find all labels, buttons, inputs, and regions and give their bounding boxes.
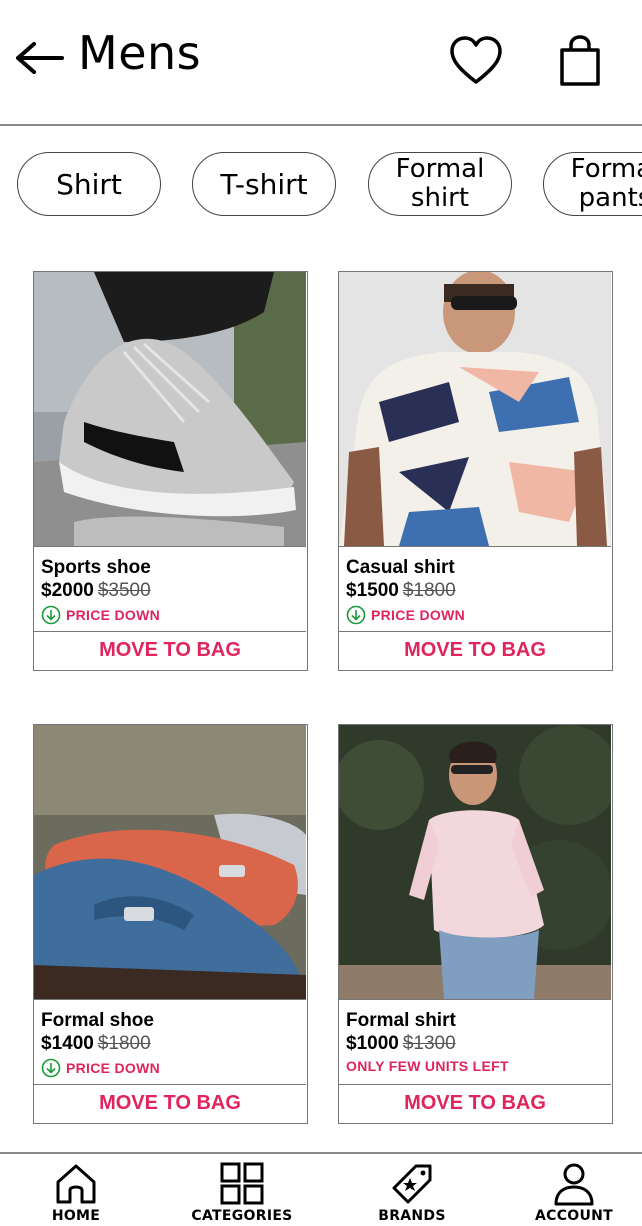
- grid-icon: [220, 1162, 264, 1205]
- arrow-down-circle-icon: [41, 605, 61, 625]
- nav-label: CATEGORIES: [191, 1208, 293, 1224]
- filter-chip-row: Shirt T-shirt Formal shirt Formal pants: [0, 152, 642, 218]
- app-header: Mens: [0, 0, 642, 126]
- product-image[interactable]: [339, 272, 611, 546]
- move-to-bag-button[interactable]: MOVE TO BAG: [34, 1084, 306, 1122]
- move-to-bag-button[interactable]: MOVE TO BAG: [339, 631, 611, 669]
- tag-label: PRICE DOWN: [371, 607, 465, 623]
- original-price: $3500: [97, 580, 151, 601]
- arrow-down-circle-icon: [41, 1058, 61, 1078]
- filter-chip-shirt[interactable]: Shirt: [17, 152, 161, 216]
- original-price: $1800: [97, 1033, 151, 1054]
- product-image[interactable]: [34, 725, 306, 999]
- shopping-bag-icon: [560, 35, 600, 86]
- heart-icon: [450, 36, 502, 84]
- original-price: $1300: [402, 1033, 456, 1054]
- product-name: Formal shoe: [41, 1010, 154, 1031]
- nav-label: ACCOUNT: [534, 1208, 614, 1224]
- product-card[interactable]: Formal shoe $1400 $1800 PRICE DOWN MOVE T…: [33, 724, 308, 1124]
- nav-home[interactable]: HOME: [40, 1154, 112, 1226]
- current-price: $2000: [41, 580, 94, 601]
- page-title: Mens: [78, 26, 202, 80]
- original-price: $1800: [402, 580, 456, 601]
- nav-label: BRANDS: [378, 1208, 446, 1224]
- price-row: $1500 $1800: [346, 580, 611, 602]
- product-image[interactable]: [339, 725, 611, 999]
- move-to-bag-button[interactable]: MOVE TO BAG: [34, 631, 306, 669]
- filter-chip-formal-pants[interactable]: Formal pants: [543, 152, 642, 216]
- nav-label: HOME: [51, 1208, 101, 1224]
- product-info: Formal shirt $1000 $1300 ONLY FEW UNITS L…: [339, 999, 611, 1084]
- price-row: $2000 $3500: [41, 580, 306, 602]
- home-icon: [56, 1164, 96, 1204]
- product-card[interactable]: Casual shirt $1500 $1800 PRICE DOWN MOVE …: [338, 271, 613, 671]
- price-row: $1400 $1800: [41, 1033, 306, 1055]
- nav-brands[interactable]: BRANDS: [366, 1154, 458, 1226]
- product-info: Formal shoe $1400 $1800 PRICE DOWN: [34, 999, 306, 1084]
- price-down-tag: PRICE DOWN: [41, 605, 306, 625]
- current-price: $1500: [346, 580, 399, 601]
- bag-button[interactable]: [556, 34, 604, 88]
- product-info: Casual shirt $1500 $1800 PRICE DOWN: [339, 546, 611, 631]
- product-card[interactable]: Formal shirt $1000 $1300 ONLY FEW UNITS L…: [338, 724, 613, 1124]
- nav-account[interactable]: ACCOUNT: [526, 1154, 622, 1226]
- product-info: Sports shoe $2000 $3500 PRICE DOWN: [34, 546, 306, 631]
- arrow-left-icon: [16, 42, 64, 74]
- current-price: $1000: [346, 1033, 399, 1054]
- filter-chip-tshirt[interactable]: T-shirt: [192, 152, 336, 216]
- brand-tag-icon: [392, 1164, 432, 1204]
- price-row: $1000 $1300: [346, 1033, 611, 1055]
- current-price: $1400: [41, 1033, 94, 1054]
- tag-label: ONLY FEW UNITS LEFT: [346, 1058, 509, 1074]
- product-name: Sports shoe: [41, 557, 151, 578]
- product-name: Formal shirt: [346, 1010, 456, 1031]
- tag-label: PRICE DOWN: [66, 1060, 160, 1076]
- price-down-tag: PRICE DOWN: [346, 605, 611, 625]
- wishlist-button[interactable]: [448, 34, 504, 88]
- arrow-down-circle-icon: [346, 605, 366, 625]
- product-image[interactable]: [34, 272, 306, 546]
- user-icon: [554, 1163, 594, 1206]
- back-button[interactable]: [12, 36, 66, 80]
- tag-label: PRICE DOWN: [66, 607, 160, 623]
- filter-chip-formal-shirt[interactable]: Formal shirt: [368, 152, 512, 216]
- stock-alert-tag: ONLY FEW UNITS LEFT: [346, 1058, 611, 1074]
- nav-categories[interactable]: CATEGORIES: [186, 1154, 298, 1226]
- bottom-navigation: HOME CATEGORIES BRANDS ACCOUNT: [0, 1152, 642, 1226]
- move-to-bag-button[interactable]: MOVE TO BAG: [339, 1084, 611, 1122]
- product-card[interactable]: Sports shoe $2000 $3500 PRICE DOWN MOVE T…: [33, 271, 308, 671]
- price-down-tag: PRICE DOWN: [41, 1058, 306, 1078]
- product-name: Casual shirt: [346, 557, 455, 578]
